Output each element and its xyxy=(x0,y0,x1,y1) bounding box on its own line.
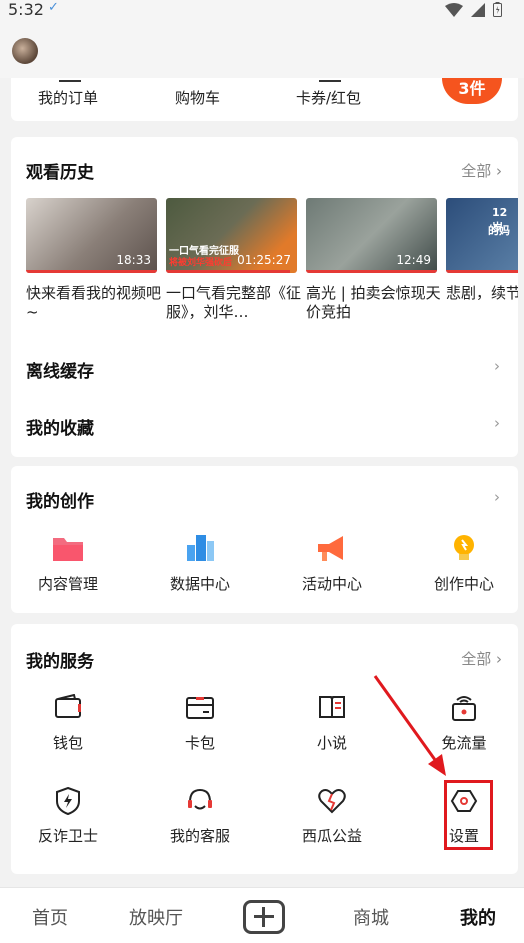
signal-icon xyxy=(471,2,485,17)
quick-entry-card: 我的订单 购物车 卡券/红包 3件 xyxy=(11,78,518,121)
creator-center-label: 创作中心 xyxy=(433,575,494,593)
watch-progress-bar xyxy=(166,270,291,273)
annotation-arrow xyxy=(373,675,446,776)
promo-badge[interactable]: 3件 xyxy=(442,78,502,104)
video-title[interactable]: 悲剧，续节年人的教育 xyxy=(446,284,518,322)
chevron-right-icon: › xyxy=(494,414,500,432)
video-thumbnail[interactable]: 12:49 xyxy=(306,198,437,273)
cart-link[interactable]: 购物车 xyxy=(175,87,220,108)
coupons-link[interactable]: 卡券/红包 xyxy=(296,87,361,108)
megaphone-icon xyxy=(318,536,343,561)
chart-icon xyxy=(187,535,214,561)
lightbulb-icon xyxy=(454,535,474,560)
coupon-icon xyxy=(319,78,341,82)
chevron-right-icon: › xyxy=(494,357,500,375)
publish-plus-button[interactable] xyxy=(243,900,285,934)
charity-label: 西瓜公益 xyxy=(301,827,362,845)
orders-icon xyxy=(59,78,81,82)
video-duration: 12:49 xyxy=(396,253,431,267)
data-center-label: 数据中心 xyxy=(169,575,230,593)
tab-mall[interactable]: 商城 xyxy=(353,904,389,930)
avatar[interactable] xyxy=(12,38,38,64)
tab-mine[interactable]: 我的 xyxy=(460,904,496,930)
top-bar xyxy=(0,30,524,78)
creation-title: 我的创作 xyxy=(26,492,94,512)
headset-icon xyxy=(188,788,212,810)
anti-fraud-label: 反诈卫士 xyxy=(37,827,98,845)
bottom-nav: 首页 放映厅 商城 我的 xyxy=(0,887,524,943)
video-thumbnail[interactable]: 12岁 的妈 xyxy=(446,198,518,273)
watch-progress-bar xyxy=(26,270,157,273)
activity-center-label: 活动中心 xyxy=(301,575,362,593)
wallet-icon xyxy=(55,694,81,718)
card-icon xyxy=(186,697,214,719)
video-title[interactable]: 快来看看我的视频吧~ xyxy=(26,284,161,322)
video-duration: 01:25:27 xyxy=(237,253,291,267)
wifi-icon xyxy=(445,2,463,17)
content-management-label: 内容管理 xyxy=(37,575,98,593)
tab-theater[interactable]: 放映厅 xyxy=(129,904,183,930)
video-title[interactable]: 高光 | 拍卖会惊现天价竞拍 xyxy=(306,284,441,322)
favorites-row[interactable]: 我的收藏 xyxy=(26,414,94,439)
video-title[interactable]: 一口气看完整部《征服》，刘华… xyxy=(166,284,301,322)
customer-service-label: 我的客服 xyxy=(169,827,230,845)
shield-icon xyxy=(56,787,80,815)
services-all-link[interactable]: 全部 › xyxy=(461,648,502,669)
book-icon xyxy=(319,696,345,718)
creation-card: 我的创作 › 内容管理 数据中心 活动中心 创作中心 xyxy=(11,466,518,613)
video-duration: 18:33 xyxy=(116,253,151,267)
history-all-link[interactable]: 全部 › xyxy=(461,160,502,181)
folder-icon xyxy=(53,538,83,561)
card-pack-label: 卡包 xyxy=(184,734,215,752)
status-bar: 5:32 ✓ xyxy=(0,0,524,30)
sync-check-icon: ✓ xyxy=(48,0,59,15)
services-title: 我的服务 xyxy=(26,652,94,672)
chevron-right-icon[interactable]: › xyxy=(494,488,500,506)
offline-cache-row[interactable]: 离线缓存 xyxy=(26,357,94,382)
settings-highlight-box xyxy=(444,780,493,850)
tab-home[interactable]: 首页 xyxy=(32,904,68,930)
watch-progress-bar xyxy=(446,270,518,273)
thumb-overlay-text: 将被刘华强砍后 xyxy=(169,258,233,268)
history-card: 观看历史 全部 › 18:33 快来看看我的视频吧~ 一口气看完征服 将被刘华强… xyxy=(11,137,518,457)
wallet-label: 钱包 xyxy=(52,734,83,752)
cart-icon xyxy=(191,78,213,82)
battery-icon xyxy=(493,2,502,17)
video-thumbnail[interactable]: 一口气看完征服 将被刘华强砍后 01:25:27 xyxy=(166,198,297,273)
watch-progress-bar xyxy=(306,270,437,273)
my-orders-link[interactable]: 我的订单 xyxy=(38,87,98,108)
heart-icon xyxy=(318,789,346,814)
video-thumbnail[interactable]: 18:33 xyxy=(26,198,157,273)
status-icons xyxy=(445,2,502,17)
thumb-overlay-text: 的妈 xyxy=(488,224,510,237)
status-time: 5:32 xyxy=(8,0,44,19)
history-title: 观看历史 xyxy=(26,163,94,183)
